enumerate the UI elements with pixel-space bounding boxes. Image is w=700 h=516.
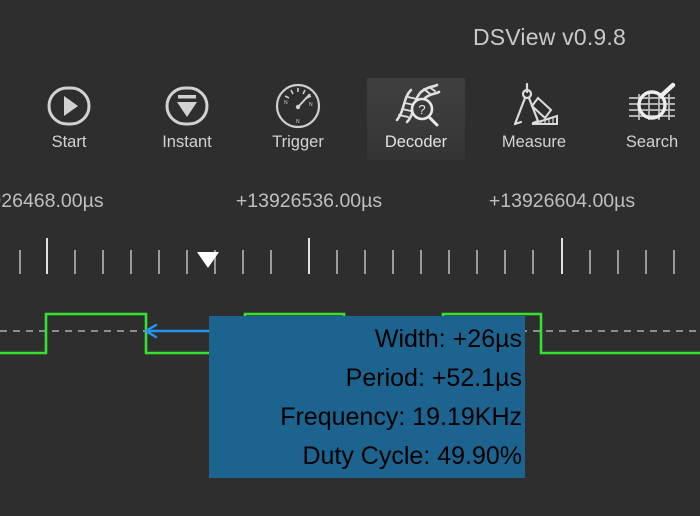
ruler-tick-minor — [270, 250, 272, 274]
download-arrow-icon — [158, 80, 216, 132]
toolbar-label-instant: Instant — [162, 133, 212, 151]
toolbar-button-start[interactable]: Start — [20, 78, 118, 160]
ruler-tick-minor — [336, 250, 338, 274]
toolbar-label-search: Search — [625, 133, 679, 151]
ruler-tick-minor — [420, 250, 422, 274]
compass-ruler-icon — [505, 80, 563, 132]
play-circle-icon — [40, 80, 98, 132]
toolbar-label-measure: Measure — [501, 133, 567, 151]
svg-text:N: N — [309, 102, 313, 108]
measure-width: Width: +26µs — [374, 325, 522, 353]
ruler-tick-minor — [589, 250, 591, 274]
main-toolbar: Start Instant N N N Trigger ? Decoder Me… — [0, 74, 700, 162]
ruler-tick-minor — [158, 250, 160, 274]
ruler-tick-minor — [392, 250, 394, 274]
app-title: DSView v0.9.8 — [472, 24, 626, 50]
toolbar-button-search[interactable]: Search — [603, 78, 700, 160]
toolbar-label-trigger: Trigger — [272, 133, 324, 151]
ruler-tick-minor — [476, 250, 478, 274]
ruler-label: +13926536.00µs — [235, 190, 383, 212]
cursor-marker[interactable] — [197, 252, 219, 268]
ruler-tick-major — [561, 238, 563, 274]
measure-period: Period: +52.1µs — [345, 364, 522, 392]
measure-frequency: Frequency: 19.19KHz — [280, 403, 522, 431]
ruler-tick-major — [46, 238, 48, 274]
toolbar-button-decoder[interactable]: ? Decoder — [367, 78, 465, 160]
ruler-tick-minor — [19, 250, 21, 274]
gauge-icon: N N N — [269, 80, 327, 132]
toolbar-button-measure[interactable]: Measure — [485, 78, 583, 160]
timeline-ruler[interactable]: 926468.00µs +13926536.00µs +13926604.00µ… — [0, 190, 700, 285]
ruler-tick-minor — [448, 250, 450, 274]
toolbar-label-decoder: Decoder — [384, 133, 448, 151]
ruler-tick-minor — [242, 250, 244, 274]
ruler-tick-minor — [673, 250, 675, 274]
ruler-tick-major — [308, 238, 310, 274]
toolbar-label-start: Start — [51, 133, 87, 151]
ruler-tick-minor — [364, 250, 366, 274]
ruler-tick-minor — [74, 250, 76, 274]
dna-magnifier-icon: ? — [387, 80, 445, 132]
ruler-tick-minor — [130, 250, 132, 274]
toolbar-button-trigger[interactable]: N N N Trigger — [249, 78, 347, 160]
ruler-tick-minor — [186, 250, 188, 274]
ruler-tick-minor — [617, 250, 619, 274]
measure-duty-cycle: Duty Cycle: 49.90% — [302, 442, 522, 470]
ruler-label: 926468.00µs — [0, 190, 104, 212]
ruler-label: +13926604.00µs — [488, 190, 636, 212]
dsview-window: DSView v0.9.8 Start Instant N N N Trigge… — [0, 0, 700, 516]
ruler-tick-minor — [504, 250, 506, 274]
ruler-tick-minor — [645, 250, 647, 274]
toolbar-button-instant[interactable]: Instant — [138, 78, 236, 160]
ruler-tick-minor — [532, 250, 534, 274]
svg-text:N: N — [284, 100, 288, 106]
magnifier-grid-icon — [623, 80, 681, 132]
svg-text:?: ? — [418, 102, 425, 117]
ruler-tick-minor — [102, 250, 104, 274]
measure-info-panel[interactable]: Width: +26µs Period: +52.1µs Frequency: … — [209, 316, 525, 478]
svg-text:N: N — [296, 119, 300, 125]
